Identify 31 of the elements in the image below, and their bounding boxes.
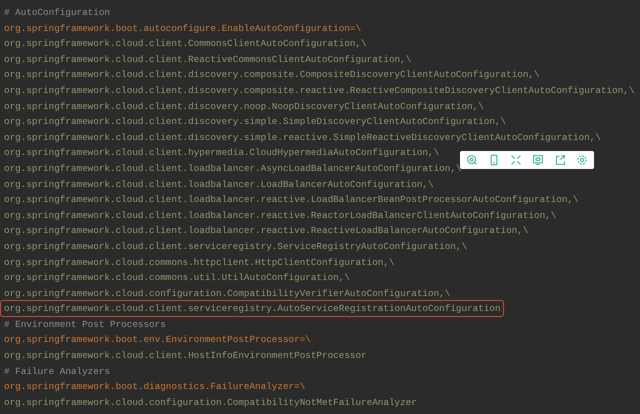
code-comment: # Failure Analyzers (3, 364, 112, 379)
code-line: org.springframework.cloud.client.loadbalancer.reactive.ReactiveLoadBalancerAutoConfiguration,\ (3, 224, 530, 238)
share-icon[interactable] (554, 154, 566, 166)
code-line: org.springframework.cloud.client.loadbalancer.LoadBalancerAutoConfiguration,\ (3, 178, 435, 192)
code-line: org.springframework.cloud.client.loadbalancer.reactive.LoadBalancerBeanPostProcessorAutoConfiguration,\ (3, 193, 580, 208)
code-comment: # AutoConfiguration (3, 6, 112, 20)
code-line: org.springframework.cloud.client.serviceregistry.ServiceRegistryAutoConfiguration,\ (3, 240, 468, 254)
code-comment: # Environment Post Processors (3, 318, 167, 332)
code-line: org.springframework.cloud.client.discovery.noop.NoopDiscoveryClientAutoConfiguration,\ (3, 100, 485, 114)
code-line: org.springframework.cloud.configuration.CompatibilityNotMetFailureAnalyzer (3, 396, 418, 410)
code-line: org.springframework.cloud.client.discovery.composite.reactive.ReactiveCompositeDiscoveryClientAutoConfiguration,\ (3, 84, 636, 98)
code-line: org.springframework.cloud.client.CommonsClientAutoConfiguration,\ (3, 37, 368, 52)
code-line: org.springframework.cloud.client.HostInfoEnvironmentPostProcessor (3, 349, 368, 364)
code-line: org.springframework.cloud.client.loadbalancer.AsyncLoadBalancerAutoConfiguration,\ (3, 162, 462, 176)
code-line: org.springframework.cloud.client.discovery.simple.SimpleDiscoveryClientAutoConfiguration,\ (3, 115, 508, 130)
monitor-icon[interactable] (532, 154, 544, 166)
code-line: org.springframework.cloud.client.discovery.simple.reactive.SimpleReactiveDiscoveryClientAutoConfiguration,\ (3, 130, 602, 145)
code-line: org.springframework.boot.env.EnvironmentPostProcessor=\ (3, 333, 312, 348)
code-line: org.springframework.cloud.client.ReactiveCommonsClientAutoConfiguration,\ (3, 52, 412, 67)
gear-icon[interactable] (576, 154, 588, 166)
code-line: org.springframework.boot.diagnostics.FailureAnalyzer=\ (3, 380, 306, 394)
expand-icon[interactable] (510, 154, 522, 166)
phone-icon[interactable] (488, 154, 500, 166)
code-line: org.springframework.cloud.client.hypermedia.CloudHypermediaAutoConfiguration,\ (3, 146, 440, 160)
code-line: org.springframework.cloud.client.loadbalancer.reactive.ReactorLoadBalancerClientAutoConfiguration,\ (3, 208, 558, 223)
code-line: org.springframework.cloud.client.discovery.composite.CompositeDiscoveryClientAutoConfiguration,\ (3, 68, 541, 82)
code-line: org.springframework.boot.autoconfigure.EnableAutoConfiguration=\ (3, 22, 362, 36)
code-line: org.springframework.cloud.configuration.CompatibilityVerifierAutoConfiguration,\ (3, 286, 452, 301)
zoom-icon[interactable] (466, 154, 478, 166)
code-line: org.springframework.cloud.commons.httpclient.HttpClientConfiguration,\ (3, 256, 396, 270)
code-line: org.springframework.cloud.commons.util.UtilAutoConfiguration,\ (3, 271, 351, 286)
